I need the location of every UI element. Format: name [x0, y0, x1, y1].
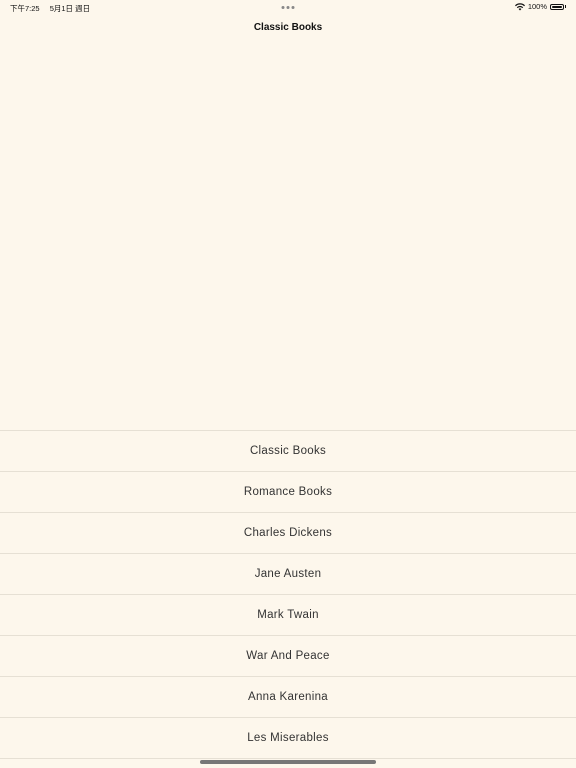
list-item-mark-twain[interactable]: Mark Twain — [0, 595, 576, 636]
status-bar: 下午7:25 5月1日 週日 100% — [0, 0, 576, 14]
book-list: Classic Books Romance Books Charles Dick… — [0, 430, 576, 759]
list-item-jane-austen[interactable]: Jane Austen — [0, 554, 576, 595]
ellipsis-icon[interactable] — [281, 6, 295, 9]
list-item-war-and-peace[interactable]: War And Peace — [0, 636, 576, 677]
list-item-les-miserables[interactable]: Les Miserables — [0, 718, 576, 759]
battery-fill — [552, 5, 562, 8]
battery-tip — [565, 5, 566, 8]
ellipsis-dot — [286, 6, 290, 9]
list-item-classic-books[interactable]: Classic Books — [0, 431, 576, 472]
ellipsis-dot — [291, 6, 295, 9]
status-date: 5月1日 週日 — [49, 4, 91, 13]
home-indicator[interactable] — [200, 760, 376, 764]
list-item-romance-books[interactable]: Romance Books — [0, 472, 576, 513]
list-item-anna-karenina[interactable]: Anna Karenina — [0, 677, 576, 718]
page-title: Classic Books — [253, 22, 323, 33]
status-right: 100% — [514, 2, 566, 11]
battery-icon — [550, 3, 564, 10]
status-time: 下午7:25 — [10, 4, 40, 13]
ellipsis-dot — [281, 6, 285, 9]
battery-percent: 100% — [527, 2, 547, 11]
wifi-icon — [514, 2, 525, 10]
list-item-charles-dickens[interactable]: Charles Dickens — [0, 513, 576, 554]
status-left: 下午7:25 5月1日 週日 — [10, 3, 98, 14]
